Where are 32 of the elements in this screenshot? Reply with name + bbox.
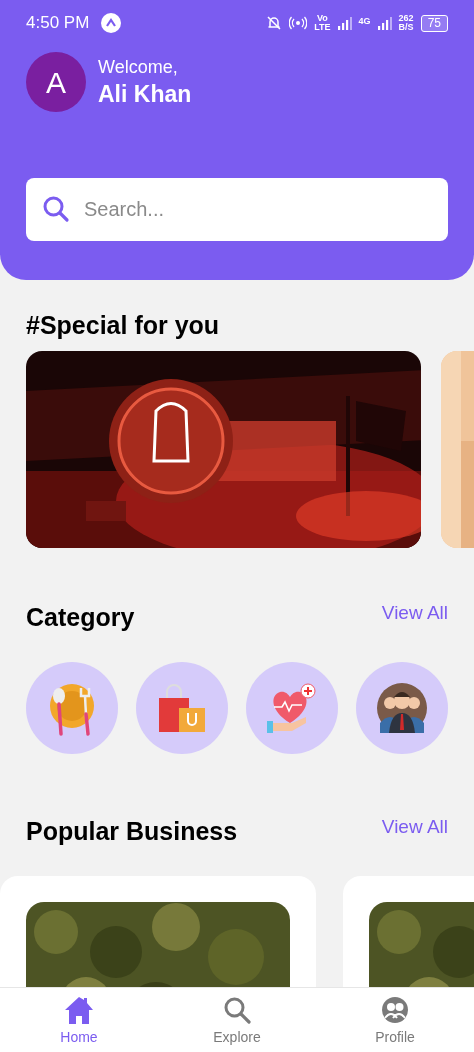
- volte-label: Vo: [317, 14, 328, 23]
- battery-indicator: 75: [420, 14, 448, 32]
- user-name: Ali Khan: [98, 80, 192, 109]
- network-label: 4G: [358, 15, 371, 28]
- heart-in-hand-icon: [266, 683, 318, 733]
- nav-tab[interactable]: Home: [0, 988, 158, 1052]
- mute-icon: [266, 15, 283, 31]
- view-all-link[interactable]: View All: [381, 814, 448, 840]
- welcome-text: Welcome,: [98, 56, 179, 79]
- search-icon: [223, 996, 251, 1024]
- home-icon: [64, 996, 94, 1024]
- speed-unit: B/S: [398, 23, 414, 32]
- hotspot-icon: [289, 16, 308, 30]
- avatar: A: [26, 52, 86, 112]
- volte-label: LTE: [314, 23, 331, 32]
- app-notification-icon: [101, 13, 122, 33]
- signal-icon: [337, 16, 352, 30]
- business-people-icon: [377, 683, 427, 733]
- status-time: 4:50 PM: [26, 12, 90, 35]
- search-icon: [42, 195, 70, 223]
- search-field[interactable]: Search...: [26, 178, 448, 241]
- view-all-link[interactable]: View All: [381, 600, 448, 626]
- signal-icon: [377, 16, 392, 30]
- shopping-bags-icon: [157, 684, 207, 732]
- profile-icon: [381, 996, 409, 1024]
- section-title: Popular Business: [26, 816, 238, 846]
- section-title: #Special for you: [25, 310, 221, 340]
- nav-tab[interactable]: Explore: [158, 988, 316, 1052]
- speed-value: 262: [398, 14, 414, 23]
- section-title: Category: [26, 602, 135, 632]
- nav-tab[interactable]: Profile: [316, 988, 474, 1052]
- business-card[interactable]: [0, 876, 316, 987]
